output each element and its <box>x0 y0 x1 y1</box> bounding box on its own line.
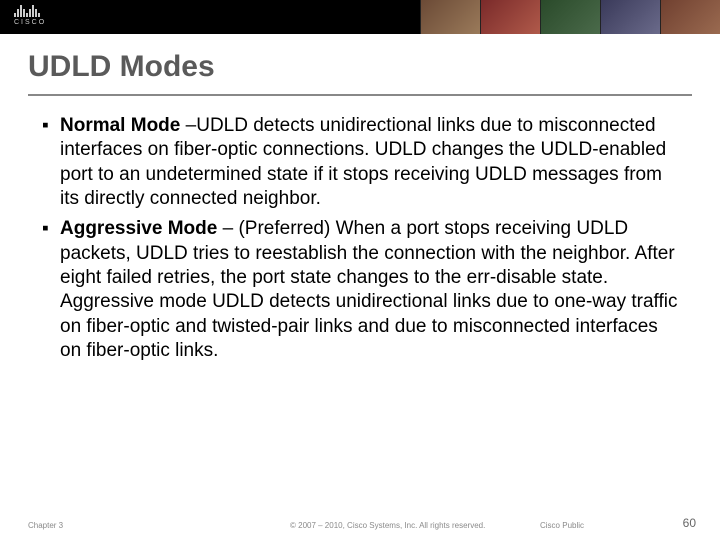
footer-chapter: Chapter 3 <box>28 521 63 530</box>
cisco-logo: CISCO <box>14 3 46 26</box>
cisco-logo-text: CISCO <box>14 19 46 26</box>
bullet-text: Aggressive Mode – (Preferred) When a por… <box>60 217 678 363</box>
bullet-text: Normal Mode –UDLD detects unidirectional… <box>60 114 678 211</box>
slide-title: UDLD Modes <box>0 34 720 88</box>
bullet-item: ▪ Normal Mode –UDLD detects unidirection… <box>42 114 678 211</box>
cisco-bars-icon <box>14 3 46 17</box>
bullet-rest: (Preferred) When a port stops receiving … <box>60 218 677 361</box>
footer-copyright: © 2007 – 2010, Cisco Systems, Inc. All r… <box>290 521 485 530</box>
bullet-sep: – <box>180 115 196 136</box>
bullet-sep: – <box>217 218 238 239</box>
bullet-bold: Aggressive Mode <box>60 218 217 239</box>
bullet-bold: Normal Mode <box>60 115 180 136</box>
header-bar: CISCO <box>0 0 720 34</box>
footer-page-number: 60 <box>683 516 696 530</box>
slide-content: ▪ Normal Mode –UDLD detects unidirection… <box>0 96 720 363</box>
bullet-mark-icon: ▪ <box>42 114 60 211</box>
bullet-item: ▪ Aggressive Mode – (Preferred) When a p… <box>42 217 678 363</box>
footer-public: Cisco Public <box>540 521 584 530</box>
header-photo-strip <box>420 0 720 34</box>
bullet-mark-icon: ▪ <box>42 217 60 363</box>
